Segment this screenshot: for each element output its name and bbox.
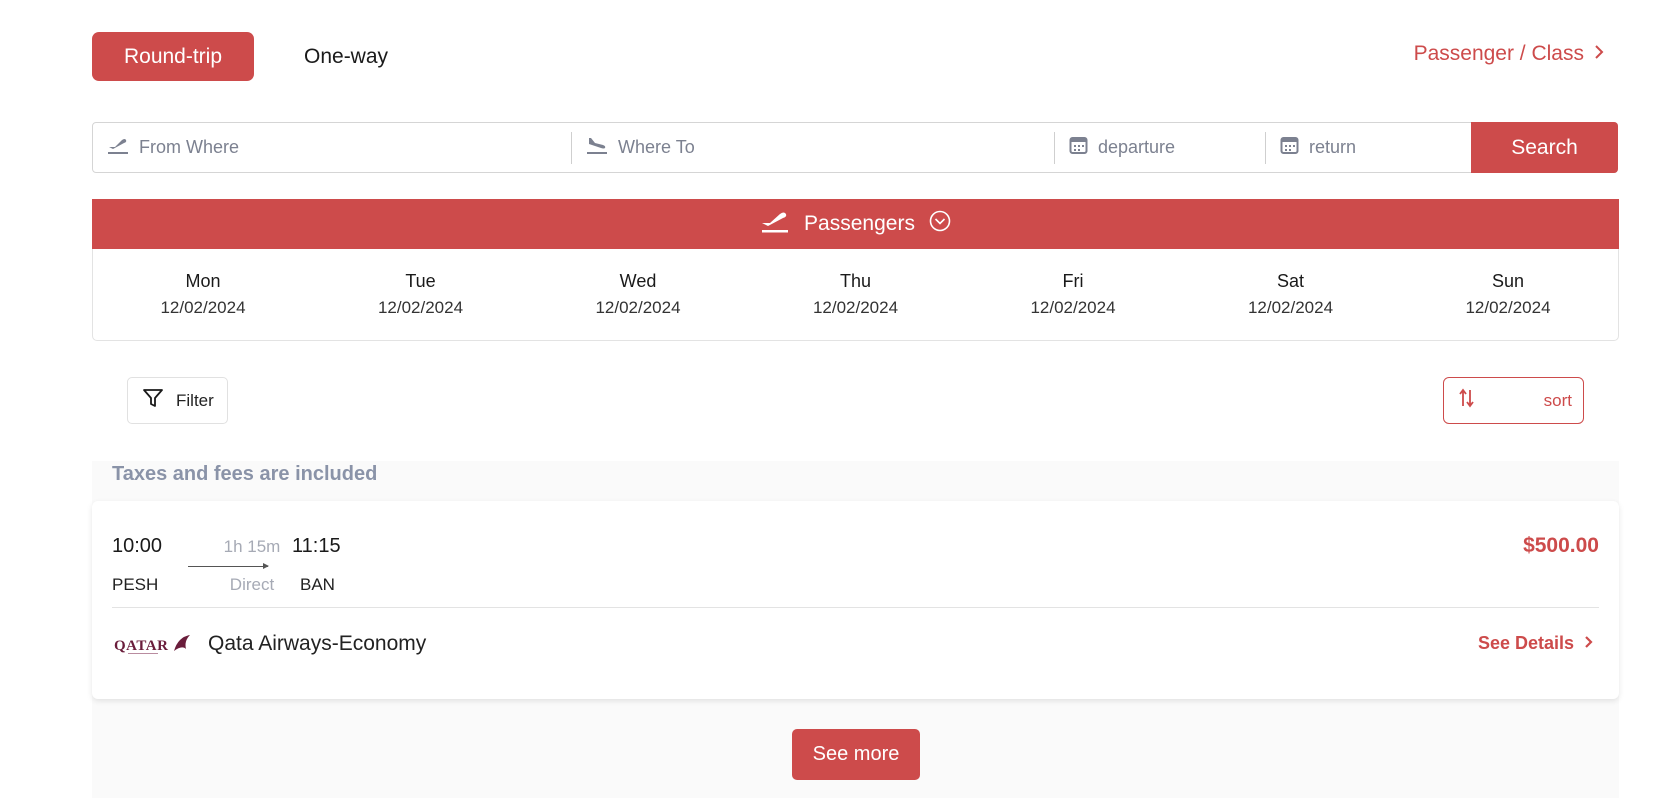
search-button[interactable]: Search	[1471, 122, 1618, 173]
results-panel: Taxes and fees are included 10:00 PESH 1…	[92, 461, 1619, 798]
filter-label: Filter	[176, 390, 214, 410]
day-item-tue[interactable]: Tue 12/02/2024	[356, 271, 486, 318]
day-date: 12/02/2024	[595, 298, 681, 317]
passengers-label: Passengers	[804, 212, 915, 235]
chevron-down-circle-icon	[929, 210, 951, 238]
day-date: 12/02/2024	[1030, 298, 1116, 317]
day-item-fri[interactable]: Fri 12/02/2024	[1008, 271, 1138, 318]
day-selector: Mon 12/02/2024 Tue 12/02/2024 Wed 12/02/…	[92, 249, 1619, 341]
day-name: Sun	[1491, 271, 1525, 291]
departure-code: PESH	[112, 575, 159, 594]
calendar-icon	[1280, 135, 1299, 160]
trip-type-toggle: Round-trip One-way	[92, 32, 388, 81]
day-name: Thu	[839, 271, 872, 291]
chevron-right-icon	[1594, 42, 1604, 66]
sort-button[interactable]: sort	[1443, 377, 1584, 424]
departure-placeholder: departure	[1098, 137, 1176, 157]
taxes-note: Taxes and fees are included	[112, 463, 378, 485]
sort-label: sort	[1543, 390, 1572, 410]
card-divider	[112, 607, 1599, 608]
arrow-right-icon	[188, 563, 269, 569]
flight-stops: Direct	[229, 575, 275, 594]
plane-takeoff-icon	[760, 208, 790, 240]
day-name: Wed	[619, 271, 657, 291]
airline-logo: QATAR	[114, 631, 194, 657]
day-item-sun[interactable]: Sun 12/02/2024	[1443, 271, 1573, 318]
arrival-time: 11:15	[292, 535, 341, 557]
day-date: 12/02/2024	[812, 298, 899, 317]
from-where-placeholder: From Where	[139, 137, 240, 157]
flight-search-bar: From Where Where To departure return Sea…	[92, 122, 1618, 173]
from-where-field[interactable]: From Where	[93, 123, 571, 172]
plane-landing-icon	[586, 135, 608, 160]
day-item-mon[interactable]: Mon 12/02/2024	[138, 271, 268, 318]
day-item-thu[interactable]: Thu 12/02/2024	[791, 271, 921, 318]
day-item-sat[interactable]: Sat 12/02/2024	[1226, 271, 1356, 318]
where-to-placeholder: Where To	[618, 137, 695, 157]
arrival-code: BAN	[300, 575, 335, 594]
departure-time: 10:00	[112, 535, 163, 557]
passenger-class-link[interactable]: Passenger / Class	[1414, 42, 1604, 66]
filter-button[interactable]: Filter	[127, 377, 228, 424]
departure-date-field[interactable]: departure	[1055, 123, 1265, 172]
sort-arrows-icon	[1458, 388, 1476, 413]
svg-text:QATAR: QATAR	[114, 638, 168, 654]
one-way-button[interactable]: One-way	[304, 45, 388, 69]
day-date: 12/02/2024	[377, 298, 464, 317]
flight-duration: 1h 15m	[223, 537, 281, 556]
return-placeholder: return	[1309, 137, 1357, 157]
day-name: Tue	[405, 271, 436, 291]
day-name: Fri	[1062, 271, 1084, 291]
see-more-button[interactable]: See more	[792, 729, 920, 780]
return-date-field[interactable]: return	[1266, 123, 1471, 172]
round-trip-button[interactable]: Round-trip	[92, 32, 254, 81]
day-date: 12/02/2024	[160, 298, 246, 317]
day-date: 12/02/2024	[1247, 298, 1334, 317]
airline-name: Qata Airways-Economy	[208, 632, 427, 655]
calendar-icon	[1069, 135, 1088, 160]
funnel-icon	[142, 387, 164, 414]
day-date: 12/02/2024	[1465, 298, 1551, 317]
see-details-link[interactable]: See Details	[1478, 633, 1593, 654]
flight-card: 10:00 PESH 1h 15m Direct 11:15 BAN $500.…	[92, 501, 1619, 699]
day-item-wed[interactable]: Wed 12/02/2024	[573, 271, 703, 318]
day-name: Mon	[185, 271, 221, 291]
passenger-class-label: Passenger / Class	[1413, 42, 1584, 65]
see-details-label: See Details	[1477, 633, 1574, 653]
flight-price: $500.00	[1523, 534, 1599, 557]
plane-takeoff-icon	[107, 135, 129, 160]
day-name: Sat	[1276, 271, 1305, 291]
where-to-field[interactable]: Where To	[572, 123, 1054, 172]
chevron-right-icon	[1584, 633, 1593, 654]
passengers-dropdown[interactable]: Passengers	[92, 199, 1619, 249]
